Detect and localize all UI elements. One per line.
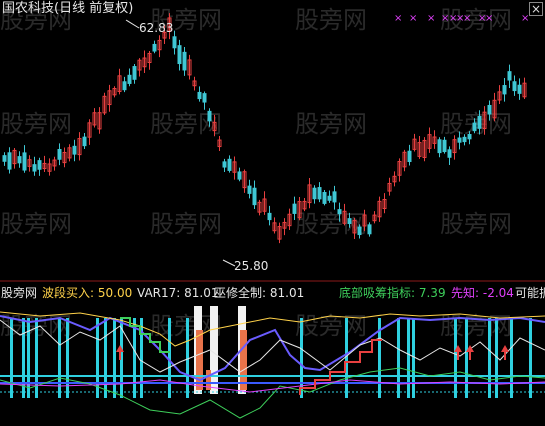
indicator-yellow-line bbox=[0, 311, 545, 347]
candle-body bbox=[32, 164, 37, 172]
candle-body bbox=[122, 81, 127, 91]
candle-body bbox=[317, 187, 322, 200]
signal-marker: × bbox=[521, 13, 530, 24]
candle-body bbox=[467, 134, 472, 140]
candle-body bbox=[2, 155, 7, 162]
indicator-label-wuxiu: 巫修全制: 81.01 bbox=[214, 286, 305, 300]
indicator-cyan-bar bbox=[397, 318, 400, 398]
candle-body bbox=[182, 51, 187, 71]
candle-body bbox=[322, 192, 327, 204]
candle-body bbox=[202, 93, 207, 103]
candle-body bbox=[357, 226, 362, 236]
buy-signal-arrow-stem bbox=[457, 352, 459, 360]
candle-body bbox=[472, 122, 477, 132]
chart-stage: 股旁网 股旁网 股旁网 股旁网 股旁网 股旁网 股旁网 股旁网 股旁网 股旁网 … bbox=[0, 0, 545, 426]
candle-body bbox=[267, 212, 272, 221]
candle-body bbox=[437, 139, 442, 154]
candle-body bbox=[177, 45, 182, 65]
candle-body bbox=[312, 187, 317, 200]
buy-signal-arrow-stem bbox=[504, 352, 506, 360]
candle-body bbox=[292, 203, 297, 214]
buy-signal-arrow-stem bbox=[119, 352, 121, 360]
candle-body bbox=[327, 195, 332, 201]
candle-body bbox=[247, 185, 252, 194]
indicator-label-keneng: 可能振 bbox=[515, 286, 545, 300]
candle-body bbox=[462, 136, 467, 143]
buy-signal-arrow-stem bbox=[469, 352, 471, 360]
candle-body bbox=[487, 104, 492, 115]
candle-body bbox=[152, 43, 157, 52]
indicator-label-xianzhi: 先知: -2.04 bbox=[451, 286, 514, 300]
signal-marker: × bbox=[485, 13, 494, 24]
indicator-cyan-bar bbox=[529, 318, 532, 398]
indicator-cyan-bar bbox=[345, 318, 348, 398]
low-price-label: 25.80 bbox=[234, 259, 269, 273]
indicator-orange-bar bbox=[240, 330, 247, 390]
candle-body bbox=[7, 152, 12, 170]
high-price-label: 62.83 bbox=[139, 21, 174, 35]
indicator-cyan-bar bbox=[465, 318, 468, 398]
indicator-cyan-bar bbox=[407, 318, 410, 398]
signal-marker: × bbox=[394, 13, 403, 24]
candle-body bbox=[197, 91, 202, 100]
indicator-white-bar bbox=[210, 306, 218, 394]
indicator-green-staircase bbox=[120, 317, 170, 353]
candle-body bbox=[207, 110, 212, 122]
indicator-label-bodong: 波段买入: 50.00 bbox=[42, 286, 133, 300]
signal-marker: × bbox=[427, 13, 436, 24]
indicator-panel-name: 股旁网 bbox=[1, 286, 38, 300]
indicator-cyan-bar bbox=[27, 318, 30, 398]
candle-body bbox=[512, 81, 517, 92]
indicator-cyan-bar bbox=[454, 318, 457, 398]
candle-body bbox=[347, 218, 352, 225]
candle-body bbox=[337, 209, 342, 215]
candle-body bbox=[82, 136, 87, 147]
candle-body bbox=[222, 161, 227, 168]
indicator-cyan-bar bbox=[510, 318, 513, 398]
candle-body bbox=[252, 187, 257, 206]
stock-title: 国农科技(日线 前复权) bbox=[2, 1, 134, 16]
candle-body bbox=[37, 160, 42, 170]
candle-body bbox=[332, 191, 337, 203]
indicator-magenta-line bbox=[0, 379, 545, 393]
candle-body bbox=[442, 139, 447, 153]
candle-body bbox=[72, 145, 77, 155]
indicator-cyan-bar bbox=[488, 318, 491, 398]
indicator-red-staircase bbox=[299, 339, 382, 395]
candle-body bbox=[517, 84, 522, 94]
close-icon[interactable]: × bbox=[529, 2, 543, 16]
kline-chart-canvas[interactable] bbox=[0, 0, 545, 426]
candle-body bbox=[502, 85, 507, 95]
candle-body bbox=[407, 150, 412, 163]
candle-body bbox=[507, 71, 512, 81]
candle-body bbox=[447, 149, 452, 158]
candle-body bbox=[477, 115, 482, 129]
signal-marker: × bbox=[409, 13, 418, 24]
indicator-white-line bbox=[0, 319, 545, 373]
buy-signal-arrow bbox=[501, 345, 509, 352]
indicator-cyan-bar bbox=[412, 318, 415, 398]
candle-body bbox=[22, 152, 27, 171]
candle-body bbox=[132, 66, 137, 80]
candle-body bbox=[57, 148, 62, 160]
indicator-cyan-bar bbox=[133, 318, 136, 398]
indicator-orange-bar bbox=[196, 330, 203, 390]
candle-body bbox=[237, 171, 242, 180]
candle-body bbox=[367, 224, 372, 235]
indicator-label-var17: VAR17: 81.01 bbox=[137, 286, 219, 300]
candle-body bbox=[17, 156, 22, 164]
candle-body bbox=[127, 74, 132, 84]
indicator-cyan-bar bbox=[186, 318, 189, 398]
signal-marker: × bbox=[463, 13, 472, 24]
indicator-cyan-bar bbox=[104, 318, 107, 398]
candle-body bbox=[227, 158, 232, 171]
candle-body bbox=[457, 137, 462, 143]
candle-body bbox=[172, 36, 177, 49]
indicator-label-dibu: 底部吸筹指标: 7.39 bbox=[339, 286, 446, 300]
high-pointer-line bbox=[125, 19, 140, 29]
